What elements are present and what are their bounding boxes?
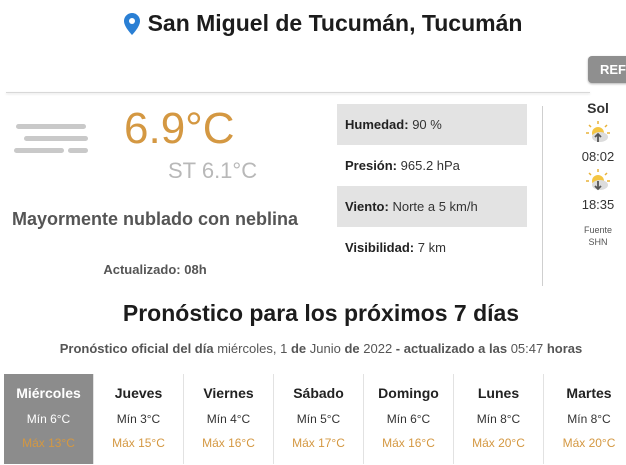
stat-wind: Viento: Norte a 5 km/h: [337, 186, 527, 227]
day-max: Máx 15°C: [112, 436, 165, 450]
forecast-sub-hours: horas: [546, 341, 583, 356]
day-min: Mín 3°C: [116, 412, 161, 426]
stat-value: Norte a 5 km/h: [392, 199, 478, 214]
forecast-subtitle: Pronóstico oficial del día miércoles, 1 …: [0, 341, 626, 356]
stat-label: Humedad:: [345, 117, 409, 132]
sunset-time: 18:35: [581, 197, 615, 212]
day-name: Domingo: [378, 385, 439, 401]
day-name: Martes: [566, 385, 612, 401]
day-card-lunes[interactable]: Lunes Mín 8°C Máx 20°C: [454, 374, 544, 464]
weather-description: Mayormente nublado con neblina: [11, 209, 299, 229]
forecast-sub-weekday: miércoles,: [217, 341, 277, 356]
day-card-martes[interactable]: Martes Mín 8°C Máx 20°C: [544, 374, 626, 464]
source-name: SHN: [588, 237, 608, 247]
stat-label: Presión:: [345, 158, 398, 173]
forecast-sub-year: 2022: [363, 341, 393, 356]
sunrise-icon: [586, 121, 610, 142]
day-name: Miércoles: [16, 385, 81, 401]
day-max: Máx 17°C: [292, 436, 345, 450]
forecast-sub-prefix: Pronóstico oficial del día: [59, 341, 214, 356]
fog-icon: [14, 124, 88, 153]
day-name: Jueves: [114, 385, 163, 401]
forecast-sub-day: 1: [280, 341, 288, 356]
stat-visibility: Visibilidad: 7 km: [337, 227, 527, 268]
day-card-viernes[interactable]: Viernes Mín 4°C Máx 16°C: [184, 374, 274, 464]
day-name: Viernes: [203, 385, 254, 401]
stat-label: Viento:: [345, 199, 389, 214]
stat-humidity: Humedad: 90 %: [337, 104, 527, 145]
sun-panel: Sol 08:02 18:35 Fuente SHN: [571, 100, 625, 248]
day-min: Mín 4°C: [206, 412, 251, 426]
day-min: Mín 8°C: [476, 412, 521, 426]
day-min: Mín 6°C: [386, 412, 431, 426]
day-max: Máx 20°C: [562, 436, 616, 450]
stat-value: 965.2 hPa: [400, 158, 460, 173]
location-header: San Miguel de Tucumán, Tucumán: [0, 10, 626, 44]
forecast-sub-time: 05:47: [510, 341, 544, 356]
feels-like-temperature: ST 6.1°C: [168, 158, 258, 183]
refresh-button[interactable]: REF: [588, 56, 626, 83]
day-min: Mín 6°C: [26, 412, 71, 426]
day-name: Sábado: [293, 385, 344, 401]
day-min: Mín 8°C: [567, 412, 611, 426]
day-card-jueves[interactable]: Jueves Mín 3°C Máx 15°C: [94, 374, 184, 464]
location-pin-icon: [123, 12, 140, 35]
day-card-sabado[interactable]: Sábado Mín 5°C Máx 17°C: [274, 374, 364, 464]
stat-value: 90 %: [412, 117, 442, 132]
weather-stats: Humedad: 90 % Presión: 965.2 hPa Viento:…: [337, 104, 527, 268]
day-name: Lunes: [477, 385, 520, 401]
sunrise-time: 08:02: [581, 149, 615, 164]
current-temperature: 6.9°C: [124, 104, 235, 153]
forecast-sub-updated: - actualizado a las: [395, 341, 508, 356]
day-min: Mín 5°C: [296, 412, 341, 426]
stat-pressure: Presión: 965.2 hPa: [337, 145, 527, 186]
stat-label: Visibilidad:: [345, 240, 415, 255]
data-source: Fuente SHN: [571, 224, 625, 248]
updated-time: Actualizado: 08h: [103, 262, 207, 277]
forecast-sub-de: de: [290, 341, 307, 356]
forecast-title: Pronóstico para los próximos 7 días: [122, 300, 520, 326]
day-max: Máx 16°C: [382, 436, 435, 450]
location-title: San Miguel de Tucumán, Tucumán: [147, 10, 523, 36]
sunset-icon: [586, 169, 610, 191]
source-label: Fuente: [583, 225, 613, 235]
day-max: Máx 13°C: [22, 436, 75, 450]
header-divider: [6, 92, 590, 93]
forecast-days: Miércoles Mín 6°C Máx 13°C Jueves Mín 3°…: [4, 374, 626, 464]
day-max: Máx 16°C: [202, 436, 255, 450]
vertical-divider: [542, 106, 543, 286]
sun-heading: Sol: [587, 100, 609, 116]
day-max: Máx 20°C: [472, 436, 525, 450]
stat-value: 7 km: [417, 240, 446, 255]
day-card-domingo[interactable]: Domingo Mín 6°C Máx 16°C: [364, 374, 454, 464]
forecast-sub-month: Junio: [309, 341, 341, 356]
forecast-sub-de: de: [344, 341, 360, 356]
day-card-miercoles[interactable]: Miércoles Mín 6°C Máx 13°C: [4, 374, 94, 464]
